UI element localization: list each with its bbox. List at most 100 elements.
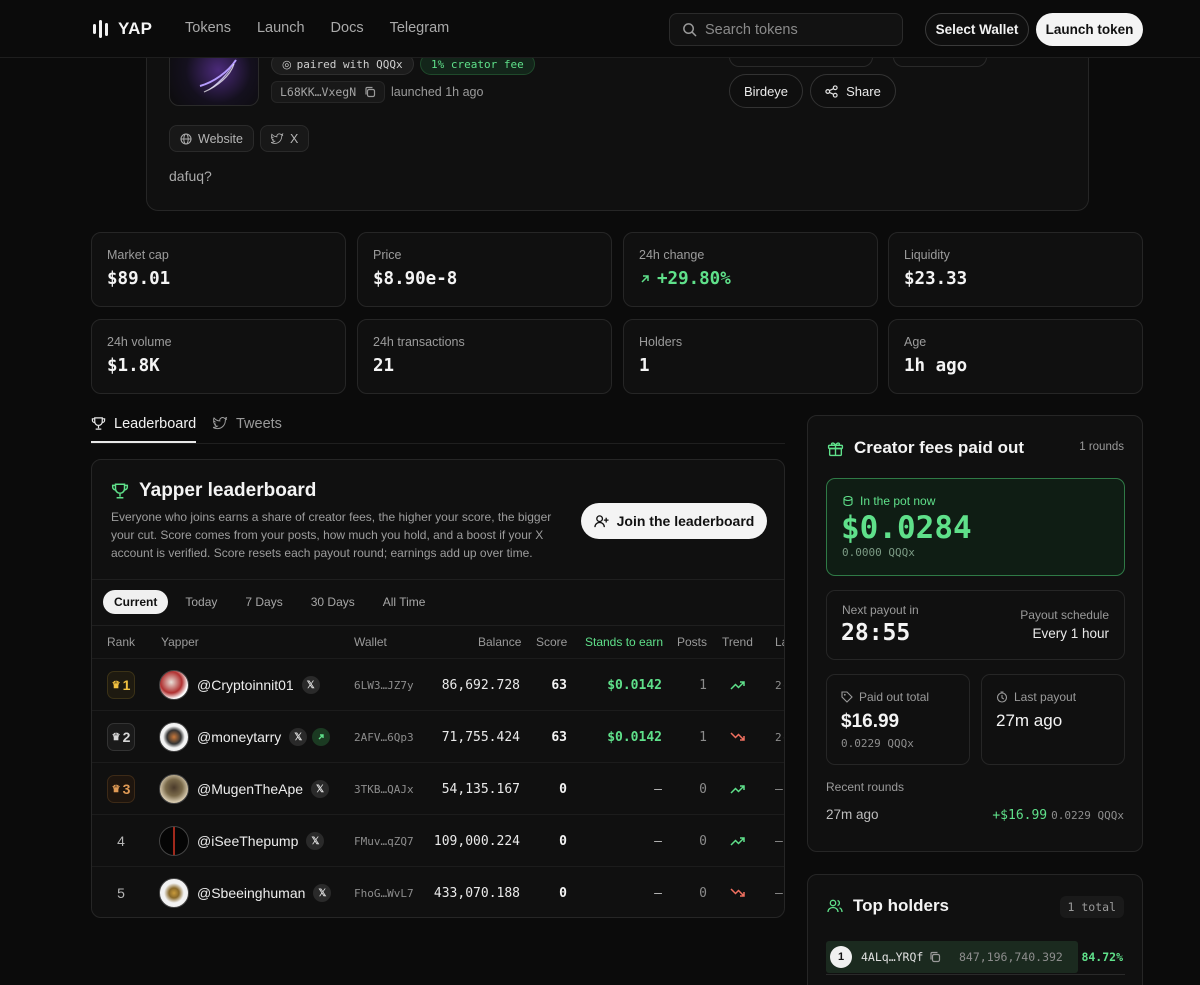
col-balance: Balance — [478, 635, 522, 649]
table-row[interactable]: 5 @Sbeeinghuman 𝕏 FhoG…WvL7 433,070.188 … — [92, 866, 784, 917]
holder-address: 4ALq…YRQf — [861, 950, 924, 964]
copy-icon[interactable] — [929, 951, 941, 963]
schedule-label: Payout schedule — [1020, 608, 1109, 622]
score: 0 — [559, 833, 567, 849]
stat-value: 1h ago — [904, 356, 968, 376]
join-leaderboard-button[interactable]: Join the leaderboard — [581, 503, 767, 539]
col-rank: Rank — [107, 635, 136, 649]
leaderboard-title: Yapper leaderboard — [111, 480, 316, 502]
paid-out-sub: 0.0229 QQQx — [841, 737, 914, 750]
divider — [92, 625, 784, 626]
yapper-handle[interactable]: @moneytarry — [197, 729, 281, 745]
stat-liquidity: Liquidity $23.33 — [888, 232, 1143, 307]
select-wallet-button[interactable]: Select Wallet — [925, 13, 1029, 46]
avatar — [159, 774, 189, 804]
tag-icon — [841, 691, 853, 703]
x-badge-icon: 𝕏 — [301, 676, 320, 694]
pot-value: $0.0284 — [841, 510, 972, 546]
divider — [92, 579, 784, 580]
last-value: 2( — [775, 678, 784, 692]
copy-icon[interactable] — [364, 86, 376, 98]
col-posts: Posts — [677, 635, 708, 649]
stat-label: 24h transactions — [373, 335, 465, 349]
nav-link-docs[interactable]: Docs — [331, 20, 364, 36]
search-box[interactable] — [669, 13, 903, 46]
stat-value: $89.01 — [107, 269, 171, 289]
trend-up-icon — [730, 681, 745, 690]
leaderboard-title-text: Yapper leaderboard — [139, 480, 317, 501]
gift-icon — [827, 441, 844, 456]
nav-link-tokens[interactable]: Tokens — [185, 20, 231, 36]
table-row[interactable]: ♛ 2 @moneytarry 𝕏 2AFV…6Qp3 71,755.424 63… — [92, 710, 784, 762]
tab-tweets[interactable]: Tweets — [213, 412, 282, 443]
tab-leaderboard-label: Leaderboard — [114, 415, 197, 432]
yapper-handle[interactable]: @iSeeThepump — [197, 833, 298, 849]
yapper-handle[interactable]: @Sbeeinghuman — [197, 885, 305, 901]
last-payout-value: 27m ago — [996, 711, 1063, 730]
period-today[interactable]: Today — [174, 590, 228, 614]
last-payout-box: Last payout 27m ago — [981, 674, 1125, 765]
pot-label: In the pot now — [842, 494, 935, 508]
rank-number: 3 — [122, 781, 131, 797]
posts: 0 — [699, 781, 707, 797]
recent-amount-usd: +$16.99 — [992, 808, 1048, 823]
token-address[interactable]: L68KK…VxegN — [271, 81, 386, 103]
rank-number: 2 — [122, 729, 131, 745]
stat-label: 24h change — [639, 248, 705, 262]
top-holders-card: Top holders 1 total 1 4ALq…YRQf 847,196,… — [807, 874, 1143, 985]
share-button[interactable]: Share — [810, 74, 896, 108]
balance: 86,692.728 — [441, 677, 520, 693]
share-label: Share — [846, 83, 881, 99]
brand-mark-icon — [93, 19, 108, 39]
medal-icon: ♛ — [111, 783, 121, 795]
stat-value: 1 — [639, 356, 650, 376]
period-all-time[interactable]: All Time — [372, 590, 437, 614]
birdeye-button[interactable]: Birdeye — [729, 74, 803, 108]
holder-row[interactable]: 1 4ALq…YRQf 847,196,740.392 84.72% — [826, 939, 1125, 975]
yapper-handle[interactable]: @Cryptoinnit01 — [197, 677, 294, 693]
period-7-days[interactable]: 7 Days — [234, 590, 293, 614]
search-icon — [683, 23, 697, 37]
recent-amount-token: 0.0229 QQQx — [1051, 809, 1124, 822]
tab-leaderboard[interactable]: Leaderboard — [91, 412, 197, 443]
brand-logo[interactable]: YAP — [93, 19, 152, 39]
stat-24h-transactions: 24h transactions 21 — [357, 319, 612, 394]
balance: 433,070.188 — [433, 885, 520, 901]
search-input[interactable] — [705, 21, 885, 38]
stat-24h-change: 24h change +29.80% — [623, 232, 878, 307]
join-leaderboard-label: Join the leaderboard — [616, 513, 755, 529]
balance: 71,755.424 — [441, 729, 520, 745]
globe-icon — [180, 132, 192, 145]
wallet-address: 6LW3…JZ7y — [354, 678, 414, 692]
stat-value: $8.90e-8 — [373, 269, 458, 289]
creator-fees-card: Creator fees paid out 1 rounds In the po… — [807, 415, 1143, 852]
x-label: X — [290, 131, 299, 146]
rank-badge-bronze: ♛ 3 — [107, 775, 135, 803]
x-link[interactable]: X — [260, 125, 310, 152]
table-row[interactable]: ♛ 1 @Cryptoinnit01 𝕏 6LW3…JZ7y 86,692.728… — [92, 658, 784, 710]
schedule-value: Every 1 hour — [1032, 626, 1109, 641]
launch-token-button[interactable]: Launch token — [1036, 13, 1143, 46]
table-row[interactable]: 4 @iSeeThepump 𝕏 FMuv…qZQ7 109,000.224 0… — [92, 814, 784, 866]
next-payout-label: Next payout in — [842, 603, 919, 617]
table-row[interactable]: ♛ 3 @MugenTheApe 𝕏 3TKB…QAJx 54,135.167 0… — [92, 762, 784, 814]
fees-title: Creator fees paid out — [827, 438, 1024, 458]
rank-number: 5 — [117, 885, 125, 901]
x-badge-icon: 𝕏 — [313, 884, 332, 902]
x-badge-icon: 𝕏 — [311, 780, 330, 798]
medal-icon: ♛ — [111, 679, 121, 691]
period-30-days[interactable]: 30 Days — [300, 590, 366, 614]
yapper-handle[interactable]: @MugenTheApe — [197, 781, 303, 797]
avatar — [159, 670, 189, 700]
balance: 109,000.224 — [433, 833, 520, 849]
col-stands-to-earn: Stands to earn — [585, 635, 664, 649]
posts: 1 — [699, 729, 707, 745]
nav-link-launch[interactable]: Launch — [257, 20, 305, 36]
coins-icon — [843, 495, 853, 507]
website-link[interactable]: Website — [169, 125, 254, 152]
col-score: Score — [536, 635, 568, 649]
verified-link-icon — [312, 728, 331, 746]
wallet-address: 2AFV…6Qp3 — [354, 730, 414, 744]
period-current[interactable]: Current — [103, 590, 169, 614]
nav-link-telegram[interactable]: Telegram — [390, 20, 450, 36]
